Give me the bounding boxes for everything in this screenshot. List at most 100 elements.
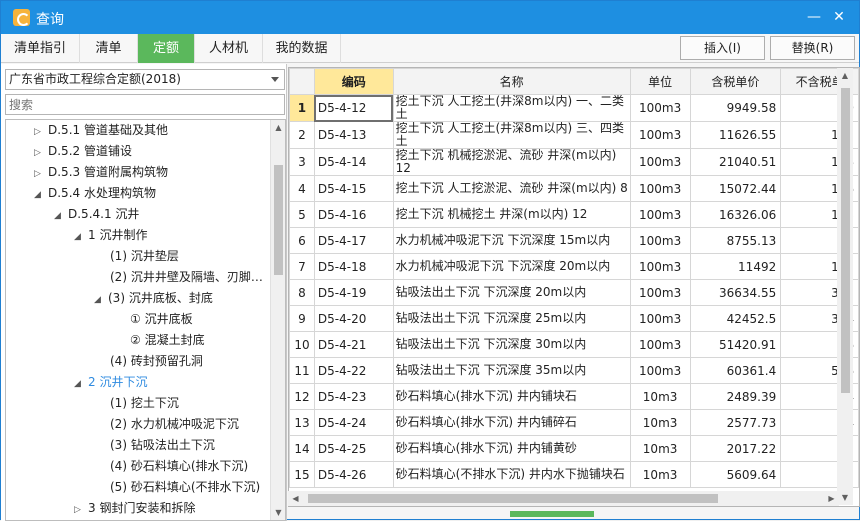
collapse-icon[interactable]: ◢ bbox=[54, 206, 64, 227]
expand-icon[interactable]: ▷ bbox=[34, 143, 44, 164]
row-name[interactable]: 砂石料填心(排水下沉) 井内铺块石 bbox=[392, 383, 631, 410]
table-vertical-scrollbar[interactable]: ▲ ▼ bbox=[837, 68, 853, 505]
row-code[interactable]: D5-4-13 bbox=[313, 121, 394, 149]
tree-node[interactable]: (3) 钻吸法出土下沉 bbox=[110, 435, 215, 456]
row-index[interactable]: 8 bbox=[289, 279, 315, 306]
row-tax-price[interactable]: 11626.55 bbox=[689, 121, 782, 149]
row-name[interactable]: 砂石料填心(排水下沉) 井内铺碎石 bbox=[392, 409, 631, 436]
tree-scrollbar[interactable]: ▲ ▼ bbox=[270, 120, 285, 520]
table-row[interactable]: 6 D5-4-17 水力机械冲吸泥下沉 下沉深度 15m以内 100m3 8755.13… bbox=[289, 227, 859, 254]
collapse-icon[interactable]: ◢ bbox=[74, 227, 84, 248]
row-index[interactable]: 12 bbox=[289, 383, 315, 410]
row-index[interactable]: 9 bbox=[289, 305, 315, 332]
scroll-up-icon[interactable]: ▲ bbox=[271, 120, 285, 135]
table-row[interactable]: 8D5-4-19钻吸法出土下沉 下沉深度 20m以内100m336634.553… bbox=[289, 279, 859, 306]
row-tax-price[interactable]: 8755.13 bbox=[689, 227, 782, 254]
expand-icon[interactable]: ▷ bbox=[74, 500, 84, 520]
table-row[interactable]: 1 D5-4-12 挖土下沉 人工挖土(井深8m以内) 一、二类土 100m3 9949… bbox=[289, 94, 859, 122]
row-code[interactable]: D5-4-22 bbox=[313, 357, 394, 384]
tree-node[interactable]: ① 沉井底板 bbox=[130, 309, 193, 330]
table-horizontal-scrollbar[interactable]: ◀ ▶ bbox=[288, 491, 839, 506]
table-row[interactable]: 10 D5-4-21 钻吸法出土下沉 下沉深度 30m以内 100m3 51420.91… bbox=[289, 331, 859, 358]
row-code[interactable]: D5-4-21 bbox=[313, 331, 394, 358]
collapse-icon[interactable]: ◢ bbox=[74, 374, 84, 395]
row-unit[interactable]: 100m3 bbox=[629, 305, 691, 332]
row-unit[interactable]: 100m3 bbox=[629, 331, 691, 358]
row-index[interactable]: 4 bbox=[289, 175, 315, 202]
row-unit[interactable]: 100m3 bbox=[629, 227, 691, 254]
row-tax-price[interactable]: 36634.55 bbox=[689, 279, 782, 306]
row-tax-price[interactable]: 51420.91 bbox=[689, 331, 782, 358]
minimize-icon[interactable]: — bbox=[805, 8, 823, 26]
tree-node[interactable]: ◢ D.5.4 水处理构筑物 bbox=[34, 183, 156, 204]
tab-bill-guide[interactable]: 清单指引 bbox=[1, 34, 80, 63]
row-index[interactable]: 2 bbox=[289, 121, 315, 149]
tree-node[interactable]: ▷ D.5.1 管道基础及其他 bbox=[34, 120, 168, 141]
row-tax-price[interactable]: 2017.22 bbox=[689, 435, 782, 462]
row-unit[interactable]: 100m3 bbox=[629, 253, 691, 280]
insert-button[interactable]: 插入(I) bbox=[680, 36, 765, 60]
row-tax-price[interactable]: 42452.5 bbox=[689, 305, 782, 332]
header-unit[interactable]: 单位 bbox=[629, 68, 691, 95]
row-name[interactable]: 水力机械冲吸泥下沉 下沉深度 15m以内 bbox=[392, 227, 631, 254]
row-unit[interactable]: 100m3 bbox=[629, 148, 691, 176]
expand-icon[interactable]: ▷ bbox=[34, 122, 44, 143]
tree-node[interactable]: ▷ 3 钢封门安装和拆除 bbox=[74, 498, 195, 519]
row-tax-price[interactable]: 60361.4 bbox=[689, 357, 782, 384]
row-code[interactable]: D5-4-12 bbox=[313, 94, 394, 122]
table-row[interactable]: 4 D5-4-15 挖土下沉 人工挖淤泥、流砂 井深(m以内) 8 100m3 1507… bbox=[289, 175, 859, 202]
close-icon[interactable]: ✕ bbox=[830, 8, 848, 26]
expand-icon[interactable]: ▷ bbox=[34, 164, 44, 185]
row-tax-price[interactable]: 9949.58 bbox=[689, 94, 782, 122]
row-name[interactable]: 挖土下沉 机械挖淤泥、流砂 井深(m以内) 12 bbox=[392, 148, 631, 176]
scroll-thumb[interactable] bbox=[274, 165, 283, 275]
table-row[interactable]: 13D5-4-24砂石料填心(排水下沉) 井内铺碎石10m32577.7324 bbox=[289, 409, 859, 436]
row-tax-price[interactable]: 2489.39 bbox=[689, 383, 782, 410]
row-unit[interactable]: 100m3 bbox=[629, 357, 691, 384]
row-code[interactable]: D5-4-23 bbox=[313, 383, 394, 410]
row-tax-price[interactable]: 2577.73 bbox=[689, 409, 782, 436]
table-row[interactable]: 2 D5-4-13 挖土下沉 人工挖土(井深8m以内) 三、四类土 100m3 1162… bbox=[289, 121, 859, 149]
tree-node-selected[interactable]: ◢ 2 沉井下沉 bbox=[74, 372, 147, 393]
tree-node[interactable]: ▷ D.5.2 管道铺设 bbox=[34, 141, 132, 162]
table-row[interactable]: 9D5-4-20钻吸法出土下沉 下沉深度 25m以内100m342452.538… bbox=[289, 305, 859, 332]
row-code[interactable]: D5-4-14 bbox=[313, 148, 394, 176]
row-code[interactable]: D5-4-20 bbox=[313, 305, 394, 332]
tree-node[interactable]: (5) 砂石料填心(不排水下沉) bbox=[110, 477, 260, 498]
row-name[interactable]: 钻吸法出土下沉 下沉深度 20m以内 bbox=[392, 279, 631, 306]
tab-labor-material-machine[interactable]: 人材机 bbox=[195, 34, 263, 63]
collapse-icon[interactable]: ◢ bbox=[34, 185, 44, 206]
tree-node[interactable]: (4) 砖封预留孔洞 bbox=[110, 351, 203, 372]
header-tax-price[interactable]: 含税单价 bbox=[689, 68, 782, 95]
tree-node[interactable]: ◢ D.5.4.1 沉井 bbox=[54, 204, 139, 225]
row-name[interactable]: 砂石料填心(排水下沉) 井内铺黄砂 bbox=[392, 435, 631, 462]
tree-node[interactable]: (2) 水力机械冲吸泥下沉 bbox=[110, 414, 239, 435]
scroll-left-icon[interactable]: ◀ bbox=[288, 491, 303, 506]
row-index[interactable]: 6 bbox=[289, 227, 315, 254]
table-row[interactable]: 11D5-4-22钻吸法出土下沉 下沉深度 35m以内100m360361.45… bbox=[289, 357, 859, 384]
row-unit[interactable]: 100m3 bbox=[629, 279, 691, 306]
row-index[interactable]: 14 bbox=[289, 435, 315, 462]
table-row[interactable]: 12D5-4-23砂石料填心(排水下沉) 井内铺块石10m32489.3924 bbox=[289, 383, 859, 410]
row-code[interactable]: D5-4-25 bbox=[313, 435, 394, 462]
replace-button[interactable]: 替换(R) bbox=[770, 36, 855, 60]
row-name[interactable]: 挖土下沉 人工挖土(井深8m以内) 一、二类土 bbox=[392, 94, 631, 122]
row-unit[interactable]: 100m3 bbox=[629, 121, 691, 149]
tab-my-data[interactable]: 我的数据 bbox=[263, 34, 341, 63]
table-row[interactable]: 14D5-4-25砂石料填心(排水下沉) 井内铺黄砂10m32017.221 bbox=[289, 435, 859, 462]
row-name[interactable]: 挖土下沉 人工挖土(井深8m以内) 三、四类土 bbox=[392, 121, 631, 149]
tree-node[interactable]: ② 混凝土封底 bbox=[130, 330, 205, 351]
row-code[interactable]: D5-4-15 bbox=[313, 175, 394, 202]
row-tax-price[interactable]: 15072.44 bbox=[689, 175, 782, 202]
row-unit[interactable]: 100m3 bbox=[629, 175, 691, 202]
header-code[interactable]: 编码 bbox=[313, 68, 394, 95]
table-row[interactable]: 15 D5-4-26 砂石料填心(不排水下沉) 井内水下抛铺块石 10m3 5609.6… bbox=[289, 461, 859, 488]
row-name[interactable]: 挖土下沉 机械挖土 井深(m以内) 12 bbox=[392, 201, 631, 228]
row-index[interactable]: 13 bbox=[289, 409, 315, 436]
row-tax-price[interactable]: 5609.64 bbox=[689, 461, 782, 488]
tree-node[interactable]: ◢ 1 沉井制作 bbox=[74, 225, 147, 246]
row-unit[interactable]: 100m3 bbox=[629, 94, 691, 122]
row-index[interactable]: 5 bbox=[289, 201, 315, 228]
tree-node[interactable]: ◢ (3) 沉井底板、封底 bbox=[94, 288, 213, 309]
row-name[interactable]: 钻吸法出土下沉 下沉深度 25m以内 bbox=[392, 305, 631, 332]
